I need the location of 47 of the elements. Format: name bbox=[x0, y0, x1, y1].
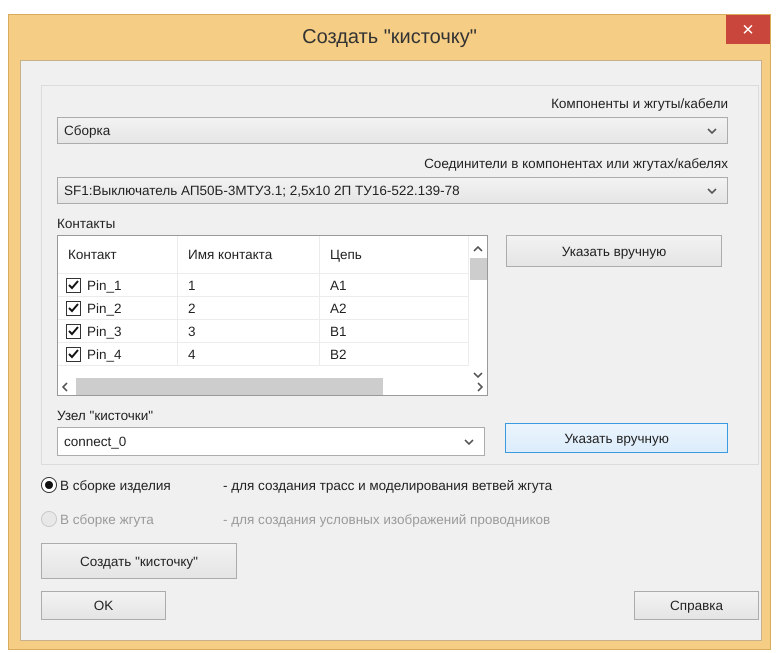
node-dropdown[interactable]: connect_0 bbox=[57, 427, 486, 456]
table-cell: A1 bbox=[320, 274, 469, 296]
scrollbar-thumb[interactable] bbox=[470, 258, 486, 280]
components-dropdown[interactable]: Сборка bbox=[57, 117, 728, 144]
checkbox[interactable] bbox=[66, 278, 81, 292]
components-label: Компоненты и жгуты/кабели bbox=[551, 96, 728, 111]
table-cell: A2 bbox=[320, 297, 469, 319]
chevron-right-icon bbox=[477, 382, 483, 392]
chevron-down-icon bbox=[473, 372, 483, 378]
table-cell: B2 bbox=[320, 343, 469, 365]
checkbox[interactable] bbox=[66, 346, 81, 362]
chevron-left-icon bbox=[62, 382, 68, 392]
table-cell: 2 bbox=[178, 297, 320, 319]
chevron-down-icon bbox=[707, 128, 717, 134]
chevron-down-icon bbox=[707, 188, 717, 194]
radio-label: В сборке изделия bbox=[60, 478, 172, 492]
column-header[interactable]: Имя контакта bbox=[178, 236, 320, 273]
table-cell: Pin_3 bbox=[58, 320, 178, 342]
ok-button[interactable]: OK bbox=[41, 591, 166, 620]
chevron-up-icon bbox=[473, 246, 483, 252]
table-cell: Pin_2 bbox=[58, 297, 178, 319]
table-cell: Pin_4 bbox=[58, 343, 178, 365]
close-button[interactable]: × bbox=[726, 15, 770, 44]
radio-label: В сборке жгута bbox=[60, 512, 155, 526]
radio-description: - для создания трасс и моделирования ветвей жгута bbox=[223, 478, 552, 492]
specify-manually-button[interactable]: Указать вручную bbox=[505, 423, 728, 453]
radio-button[interactable] bbox=[41, 477, 57, 493]
scrollbar-thumb[interactable] bbox=[76, 378, 383, 395]
chevron-down-icon bbox=[464, 438, 474, 444]
contacts-label: Контакты bbox=[57, 216, 116, 231]
connectors-dropdown[interactable]: SF1:Выключатель АП50Б-3МТУ3.1; 2,5x10 2П ТУ16-522.139-78 bbox=[57, 177, 728, 204]
create-button[interactable]: Создать "кисточку" bbox=[41, 543, 237, 579]
node-label: Узел "кисточки" bbox=[57, 408, 154, 423]
connectors-label: Соединители в компонентах или жгутах/кабелях bbox=[424, 156, 728, 171]
table-cell: 4 bbox=[178, 343, 320, 365]
checkbox[interactable] bbox=[66, 300, 81, 316]
specify-manually-button[interactable]: Указать вручную bbox=[506, 235, 722, 267]
table-cell: Pin_1 bbox=[58, 274, 178, 296]
column-header[interactable]: Контакт bbox=[58, 236, 178, 273]
help-button[interactable]: Справка bbox=[634, 591, 759, 620]
table-cell: 3 bbox=[178, 320, 320, 342]
table-cell: 1 bbox=[178, 274, 320, 296]
window-title: Создать "кисточку" bbox=[302, 26, 477, 49]
radio-description: - для создания условных изображений проводников bbox=[223, 512, 550, 526]
column-header[interactable]: Цепь bbox=[320, 236, 469, 273]
table-cell: B1 bbox=[320, 320, 469, 342]
checkbox[interactable] bbox=[66, 324, 81, 338]
